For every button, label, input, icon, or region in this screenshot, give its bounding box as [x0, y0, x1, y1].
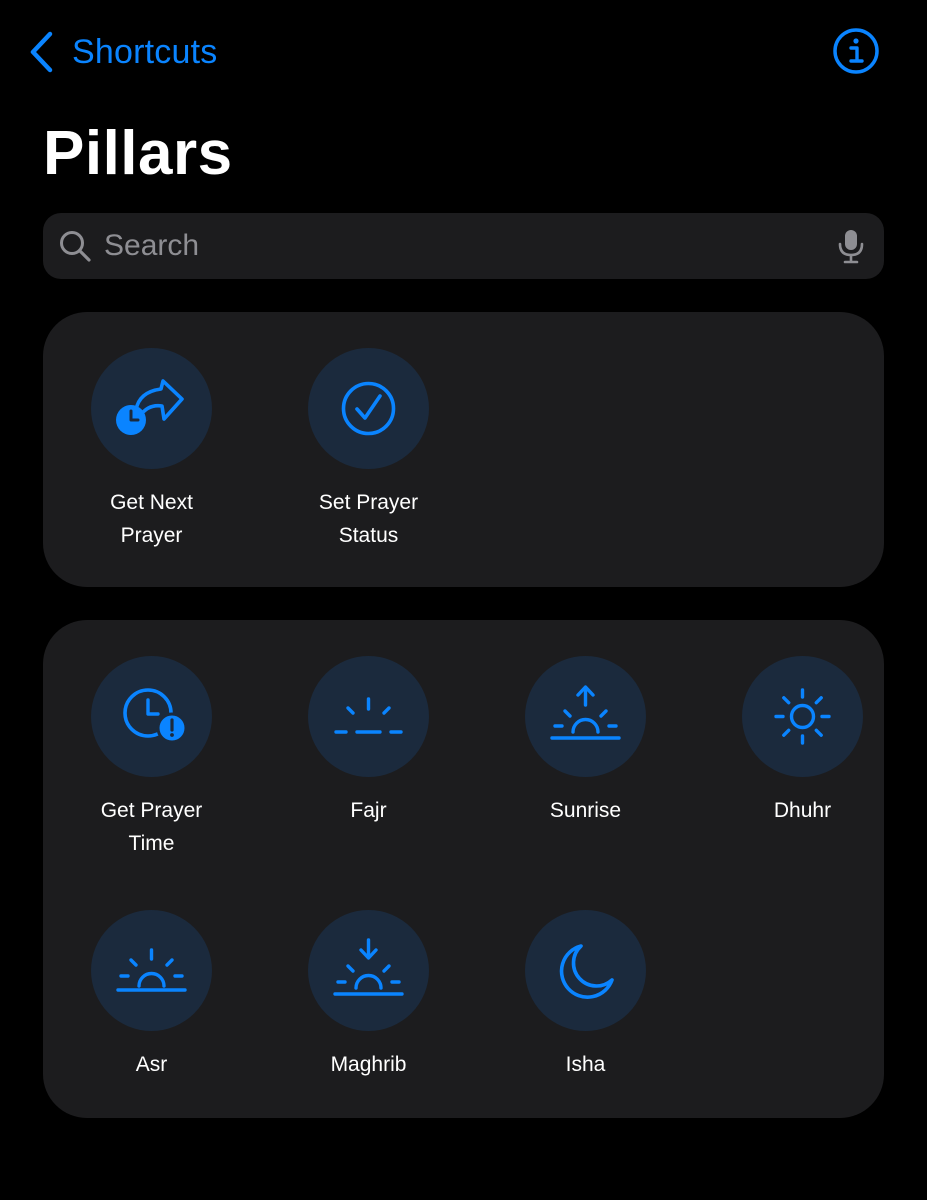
- tile-label-line: Maghrib: [330, 1053, 407, 1076]
- clock-share-arrow-icon: [116, 379, 184, 435]
- checkmark-circle-icon: [341, 381, 396, 436]
- tile-label-line: Fajr: [350, 799, 387, 822]
- tile-label-line: Prayer: [120, 524, 183, 547]
- tile-label-line: Isha: [565, 1053, 606, 1076]
- back-button-label: Shortcuts: [72, 32, 218, 71]
- tile-icon-circle: [91, 348, 212, 469]
- search-icon: [60, 231, 91, 262]
- clock-exclamation-icon: [123, 688, 188, 744]
- moon-icon: [559, 944, 614, 999]
- info-circle-icon: [833, 28, 879, 74]
- tile-label: Get Next Prayer: [43, 486, 260, 552]
- tile-label: Get Prayer Time: [43, 794, 260, 860]
- navigation-bar: Shortcuts: [0, 0, 927, 104]
- info-button[interactable]: [832, 27, 880, 75]
- tile-label: Isha: [477, 1048, 694, 1081]
- sun-icon: [774, 688, 831, 745]
- tile-label: Sunrise: [477, 794, 694, 827]
- tile-label: Dhuhr: [694, 794, 911, 827]
- tile-icon-circle: [742, 656, 863, 777]
- page-title: Pillars: [43, 119, 233, 188]
- sunset-icon: [333, 938, 404, 996]
- back-button[interactable]: Shortcuts: [28, 28, 217, 76]
- tile-label: Fajr: [260, 794, 477, 827]
- horizon-icon: [334, 697, 403, 734]
- shortcut-group-2: Get Prayer Time Fajr Sunrise Dhuhr Asr M…: [43, 620, 884, 1118]
- tile-label-line: Asr: [135, 1053, 168, 1076]
- tile-label: Asr: [43, 1048, 260, 1081]
- tile-icon-circle: [308, 910, 429, 1031]
- tile-label-line: Time: [128, 832, 175, 855]
- tile-label-line: Get Next: [110, 491, 193, 514]
- tile-label-line: Set Prayer: [318, 491, 419, 514]
- tile-label-line: Status: [338, 524, 399, 547]
- tile-label-line: Get Prayer: [100, 799, 203, 822]
- sunrise-icon: [550, 685, 621, 740]
- sun-horizon-icon: [116, 948, 187, 992]
- tile-icon-circle: [91, 910, 212, 1031]
- tile-icon-circle: [308, 656, 429, 777]
- tile-label-line: Dhuhr: [773, 799, 832, 822]
- tile-icon-circle: [91, 656, 212, 777]
- tile-icon-circle: [525, 656, 646, 777]
- microphone-icon[interactable]: [836, 228, 866, 264]
- search-input[interactable]: [104, 222, 804, 270]
- tile-label: Maghrib: [260, 1048, 477, 1081]
- tile-label: Set Prayer Status: [260, 486, 477, 552]
- tile-label-line: Sunrise: [549, 799, 622, 822]
- tile-icon-circle: [308, 348, 429, 469]
- shortcut-group-1: Get Next Prayer Set Prayer Status: [43, 312, 884, 587]
- chevron-left-icon: [30, 31, 53, 73]
- tile-icon-circle: [525, 910, 646, 1031]
